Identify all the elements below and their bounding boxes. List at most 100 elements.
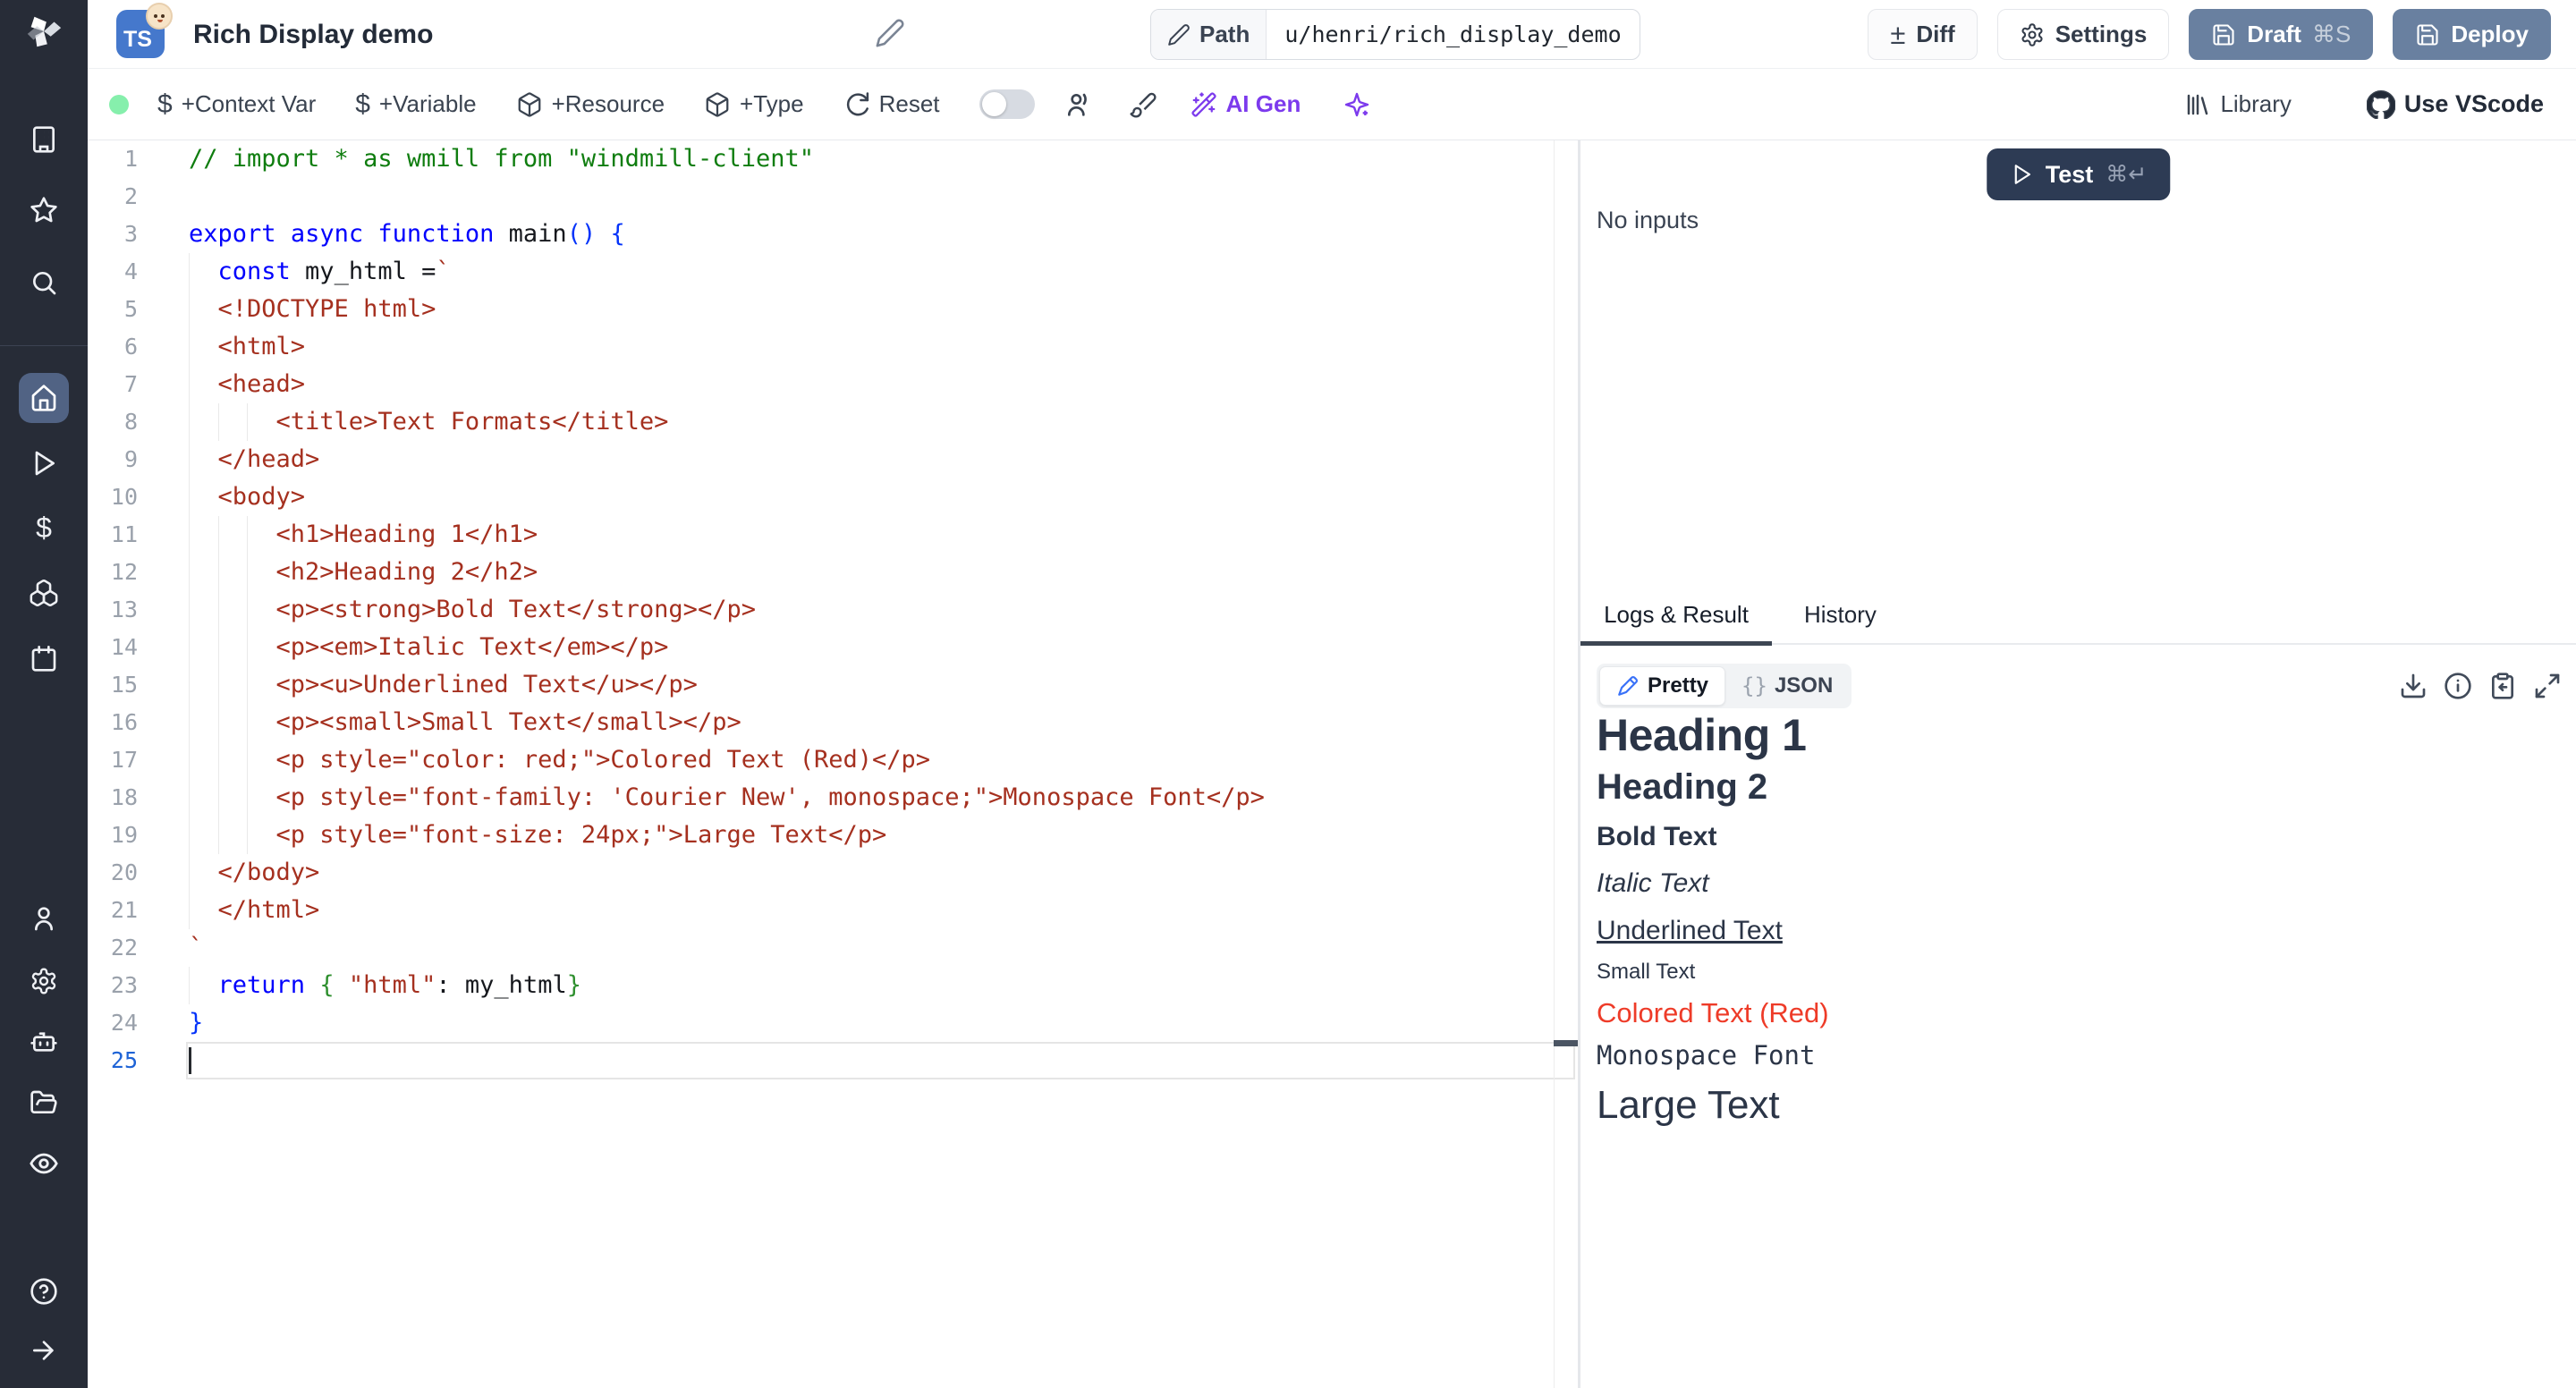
help-icon[interactable]	[28, 1275, 60, 1308]
sidebar-item-runs-icon[interactable]	[28, 447, 60, 479]
code-line[interactable]: 17 <p style="color: red;">Colored Text (…	[88, 741, 1578, 779]
code-text[interactable]: <p><em>Italic Text</em></p>	[88, 629, 1578, 666]
code-line[interactable]: 21 </html>	[88, 892, 1578, 929]
library-button[interactable]: Library	[2184, 90, 2291, 118]
sidebar-item-users-icon[interactable]	[28, 902, 60, 935]
code-text[interactable]: <p style="font-family: 'Courier New', mo…	[88, 779, 1578, 817]
code-text[interactable]: export async function main() {	[88, 216, 1578, 253]
code-line[interactable]: 10 <body>	[88, 478, 1578, 516]
code-line[interactable]: 25	[88, 1042, 1578, 1079]
tab-logs-result[interactable]: Logs & Result	[1580, 585, 1772, 644]
sidebar-item-schedules-icon[interactable]	[28, 642, 60, 674]
sidebar-item-variables-icon[interactable]: $	[28, 512, 60, 544]
code-text[interactable]: <html>	[88, 328, 1578, 366]
code-line[interactable]: 2	[88, 178, 1578, 216]
use-vscode-button[interactable]: Use VScode	[2367, 90, 2544, 119]
info-icon[interactable]	[2444, 672, 2472, 700]
code-text[interactable]: <p style="font-size: 24px;">Large Text</…	[88, 817, 1578, 854]
windmill-logo-icon[interactable]	[23, 11, 64, 52]
code-line[interactable]: 24}	[88, 1004, 1578, 1042]
code-text[interactable]: <h1>Heading 1</h1>	[88, 516, 1578, 554]
code-text[interactable]: return { "html": my_html}	[88, 967, 1578, 1004]
code-line[interactable]: 12 <h2>Heading 2</h2>	[88, 554, 1578, 591]
code-line[interactable]: 3export async function main() {	[88, 216, 1578, 253]
workspace-icon[interactable]	[28, 123, 60, 156]
code-line[interactable]: 5 <!DOCTYPE html>	[88, 291, 1578, 328]
add-variable-button[interactable]: $ +Variable	[355, 89, 476, 120]
code-text[interactable]: </html>	[88, 892, 1578, 929]
draft-button[interactable]: Draft ⌘S	[2189, 9, 2373, 60]
code-line[interactable]: 1// import * as wmill from "windmill-cli…	[88, 140, 1578, 178]
diff-button[interactable]: ± Diff	[1868, 9, 1977, 60]
download-icon[interactable]	[2399, 672, 2428, 700]
code-text[interactable]: <!DOCTYPE html>	[88, 291, 1578, 328]
code-line[interactable]: 14 <p><em>Italic Text</em></p>	[88, 629, 1578, 666]
search-icon[interactable]	[28, 267, 60, 299]
sidebar-item-home-active[interactable]	[19, 373, 69, 423]
code-text[interactable]: <p><u>Underlined Text</u></p>	[88, 666, 1578, 704]
add-resource-button[interactable]: +Resource	[516, 90, 665, 118]
path-value[interactable]: u/henri/rich_display_demo	[1267, 10, 1639, 59]
expand-icon[interactable]	[2533, 672, 2562, 700]
sidebar-item-workers-icon[interactable]	[28, 1026, 60, 1058]
code-line[interactable]: 23 return { "html": my_html}	[88, 967, 1578, 1004]
code-line[interactable]: 13 <p><strong>Bold Text</strong></p>	[88, 591, 1578, 629]
code-text[interactable]: const my_html =`	[88, 253, 1578, 291]
code-text[interactable]: }	[88, 1004, 1578, 1042]
code-line[interactable]: 18 <p style="font-family: 'Courier New',…	[88, 779, 1578, 817]
format-brush-icon[interactable]	[1126, 88, 1160, 122]
code-line[interactable]: 15 <p><u>Underlined Text</u></p>	[88, 666, 1578, 704]
indent-guide	[189, 441, 190, 478]
ai-gen-button[interactable]: AI Gen	[1191, 90, 1301, 118]
pretty-segment[interactable]: Pretty	[1599, 666, 1725, 706]
code-text[interactable]: </head>	[88, 441, 1578, 478]
sidebar-item-folders-icon[interactable]	[28, 1087, 60, 1119]
tab-history[interactable]: History	[1804, 601, 1877, 629]
code-line[interactable]: 20 </body>	[88, 854, 1578, 892]
code-line[interactable]: 4 const my_html =`	[88, 253, 1578, 291]
code-text[interactable]: <p style="color: red;">Colored Text (Red…	[88, 741, 1578, 779]
code-text[interactable]: <h2>Heading 2</h2>	[88, 554, 1578, 591]
code-line[interactable]: 11 <h1>Heading 1</h1>	[88, 516, 1578, 554]
code-line[interactable]: 19 <p style="font-size: 24px;">Large Tex…	[88, 817, 1578, 854]
collaborators-icon[interactable]	[1062, 88, 1096, 122]
sparkles-icon[interactable]	[1340, 88, 1374, 122]
favorites-star-icon[interactable]	[28, 194, 60, 226]
code-text[interactable]: // import * as wmill from "windmill-clie…	[88, 140, 1578, 178]
test-button[interactable]: Test ⌘↵	[1987, 148, 2170, 200]
code-text[interactable]	[88, 178, 1578, 216]
edit-summary-pencil-icon[interactable]	[875, 18, 909, 52]
code-line[interactable]: 22`	[88, 929, 1578, 967]
deploy-button[interactable]: Deploy	[2393, 9, 2551, 60]
code-line[interactable]: 7 <head>	[88, 366, 1578, 403]
code-text[interactable]: <p><small>Small Text</small></p>	[88, 704, 1578, 741]
code-lines[interactable]: 1// import * as wmill from "windmill-cli…	[88, 140, 1578, 1079]
path-field[interactable]: Path u/henri/rich_display_demo	[1150, 9, 1640, 60]
code-text[interactable]: <body>	[88, 478, 1578, 516]
code-line[interactable]: 16 <p><small>Small Text</small></p>	[88, 704, 1578, 741]
sidebar: $	[0, 0, 88, 1388]
settings-button[interactable]: Settings	[1997, 9, 2170, 60]
copy-to-clipboard-icon[interactable]	[2488, 672, 2517, 700]
sidebar-item-audit-eye-icon[interactable]	[28, 1147, 60, 1180]
code-text[interactable]: <p><strong>Bold Text</strong></p>	[88, 591, 1578, 629]
json-segment[interactable]: {} JSON	[1725, 666, 1849, 706]
add-context-var-button[interactable]: $ +Context Var	[157, 89, 316, 120]
expand-sidebar-arrow-icon[interactable]	[28, 1334, 60, 1367]
add-type-button[interactable]: +Type	[704, 90, 804, 118]
code-line[interactable]: 9 </head>	[88, 441, 1578, 478]
reset-button[interactable]: Reset	[843, 90, 940, 118]
code-line[interactable]: 8 <title>Text Formats</title>	[88, 403, 1578, 441]
sidebar-item-settings-icon[interactable]	[28, 965, 60, 997]
code-line[interactable]: 6 <html>	[88, 328, 1578, 366]
code-text[interactable]: `	[88, 929, 1578, 967]
sidebar-item-resources-icon[interactable]	[28, 577, 60, 609]
multiplayer-toggle[interactable]	[979, 89, 1035, 119]
code-text[interactable]: <title>Text Formats</title>	[88, 403, 1578, 441]
code-editor[interactable]: 1// import * as wmill from "windmill-cli…	[88, 140, 1578, 1388]
code-text[interactable]: <head>	[88, 366, 1578, 403]
indent-guide	[247, 817, 248, 854]
code-text[interactable]: </body>	[88, 854, 1578, 892]
indent-guide	[189, 779, 190, 817]
code-text[interactable]	[88, 1042, 1578, 1079]
